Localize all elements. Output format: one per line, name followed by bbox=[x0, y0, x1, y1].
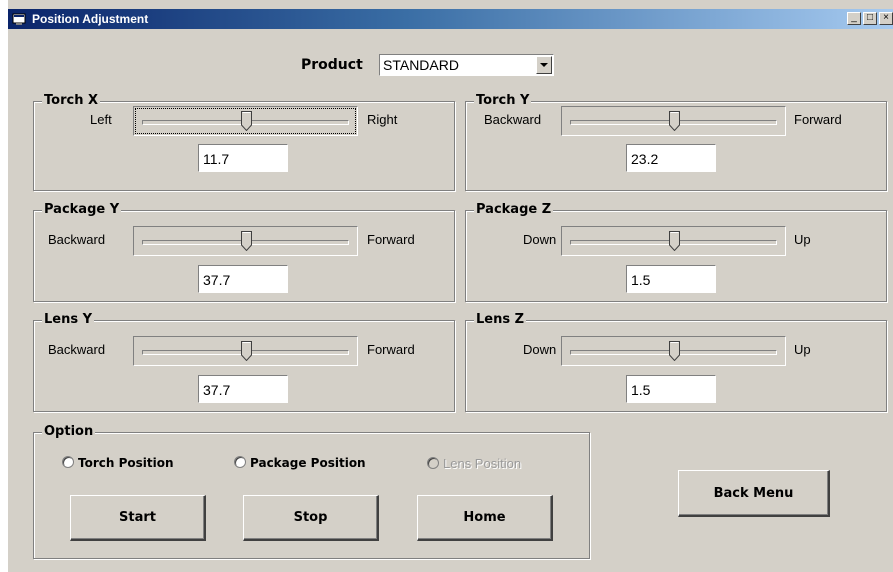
lens-y-slider[interactable] bbox=[133, 336, 358, 366]
torch-position-label: Torch Position bbox=[78, 456, 174, 470]
lens-z-right-label: Up bbox=[794, 342, 811, 357]
torch-x-slider[interactable] bbox=[133, 106, 358, 136]
torch-y-left-label: Backward bbox=[484, 112, 542, 127]
torch-x-value-field[interactable]: 11.7 bbox=[198, 144, 288, 172]
minimize-button[interactable]: _ bbox=[847, 12, 861, 25]
lens-y-left-label: Backward bbox=[48, 342, 106, 357]
torch-x-group: Torch X Left Right 11.7 bbox=[33, 93, 455, 191]
lens-y-title: Lens Y bbox=[42, 312, 95, 327]
lens-position-radio: Lens Position bbox=[427, 456, 521, 471]
back-menu-button[interactable]: Back Menu bbox=[678, 470, 830, 517]
package-z-left-label: Down bbox=[523, 232, 557, 247]
torch-y-group: Torch Y Backward Forward 23.2 bbox=[465, 93, 887, 191]
lens-y-group: Lens Y Backward Forward 37.7 bbox=[33, 312, 455, 412]
package-y-value-field[interactable]: 37.7 bbox=[198, 265, 288, 293]
torch-y-value-field[interactable]: 23.2 bbox=[626, 144, 716, 172]
torch-y-right-label: Forward bbox=[794, 112, 842, 127]
title-bar: Position Adjustment _ □ × bbox=[8, 9, 893, 29]
package-z-title: Package Z bbox=[474, 202, 554, 217]
option-group: Option Torch Position Package Position L… bbox=[33, 424, 590, 559]
package-y-left-label: Backward bbox=[48, 232, 106, 247]
product-label: Product bbox=[301, 57, 363, 73]
position-adjustment-window: Position Adjustment _ □ × Product STANDA… bbox=[8, 0, 893, 572]
chevron-down-icon bbox=[540, 63, 548, 67]
product-select[interactable]: STANDARD bbox=[379, 54, 554, 76]
slider-thumb-icon[interactable] bbox=[669, 111, 680, 131]
package-z-group: Package Z Down Up 1.5 bbox=[465, 202, 887, 302]
torch-x-right-label: Right bbox=[367, 112, 398, 127]
close-icon: × bbox=[883, 12, 889, 23]
radio-icon bbox=[427, 457, 439, 469]
product-select-value: STANDARD bbox=[383, 57, 459, 73]
package-y-title: Package Y bbox=[42, 202, 122, 217]
lens-y-right-label: Forward bbox=[367, 342, 415, 357]
slider-thumb-icon[interactable] bbox=[241, 111, 252, 131]
slider-thumb-icon[interactable] bbox=[241, 341, 252, 361]
window-title: Position Adjustment bbox=[32, 12, 149, 26]
option-title: Option bbox=[42, 424, 96, 439]
package-position-label: Package Position bbox=[250, 456, 366, 470]
package-y-right-label: Forward bbox=[367, 232, 415, 247]
lens-y-value-field[interactable]: 37.7 bbox=[198, 375, 288, 403]
radio-icon bbox=[234, 456, 246, 468]
start-button[interactable]: Start bbox=[70, 495, 206, 541]
package-z-slider[interactable] bbox=[561, 226, 786, 256]
package-y-slider[interactable] bbox=[133, 226, 358, 256]
lens-position-label: Lens Position bbox=[443, 456, 522, 471]
torch-position-radio[interactable]: Torch Position bbox=[62, 456, 174, 470]
product-dropdown-button[interactable] bbox=[536, 56, 552, 74]
home-button[interactable]: Home bbox=[417, 495, 553, 541]
close-button[interactable]: × bbox=[879, 12, 893, 25]
slider-thumb-icon[interactable] bbox=[669, 341, 680, 361]
package-z-value-field[interactable]: 1.5 bbox=[626, 265, 716, 293]
package-z-right-label: Up bbox=[794, 232, 811, 247]
torch-x-left-label: Left bbox=[90, 112, 112, 127]
radio-icon bbox=[62, 456, 74, 468]
torch-y-slider[interactable] bbox=[561, 106, 786, 136]
torch-x-title: Torch X bbox=[42, 93, 100, 108]
slider-thumb-icon[interactable] bbox=[669, 231, 680, 251]
minimize-icon: _ bbox=[851, 12, 857, 23]
app-icon bbox=[12, 13, 26, 25]
lens-z-group: Lens Z Down Up 1.5 bbox=[465, 312, 887, 412]
lens-z-slider[interactable] bbox=[561, 336, 786, 366]
lens-z-left-label: Down bbox=[523, 342, 557, 357]
package-y-group: Package Y Backward Forward 37.7 bbox=[33, 202, 455, 302]
stop-button[interactable]: Stop bbox=[243, 495, 379, 541]
lens-z-title: Lens Z bbox=[474, 312, 527, 327]
package-position-radio[interactable]: Package Position bbox=[234, 456, 366, 470]
maximize-button[interactable]: □ bbox=[863, 12, 877, 25]
maximize-icon: □ bbox=[866, 12, 874, 23]
slider-thumb-icon[interactable] bbox=[241, 231, 252, 251]
client-area: Product STANDARD Torch X Left Right 11.7… bbox=[8, 29, 893, 572]
torch-y-title: Torch Y bbox=[474, 93, 532, 108]
lens-z-value-field[interactable]: 1.5 bbox=[626, 375, 716, 403]
